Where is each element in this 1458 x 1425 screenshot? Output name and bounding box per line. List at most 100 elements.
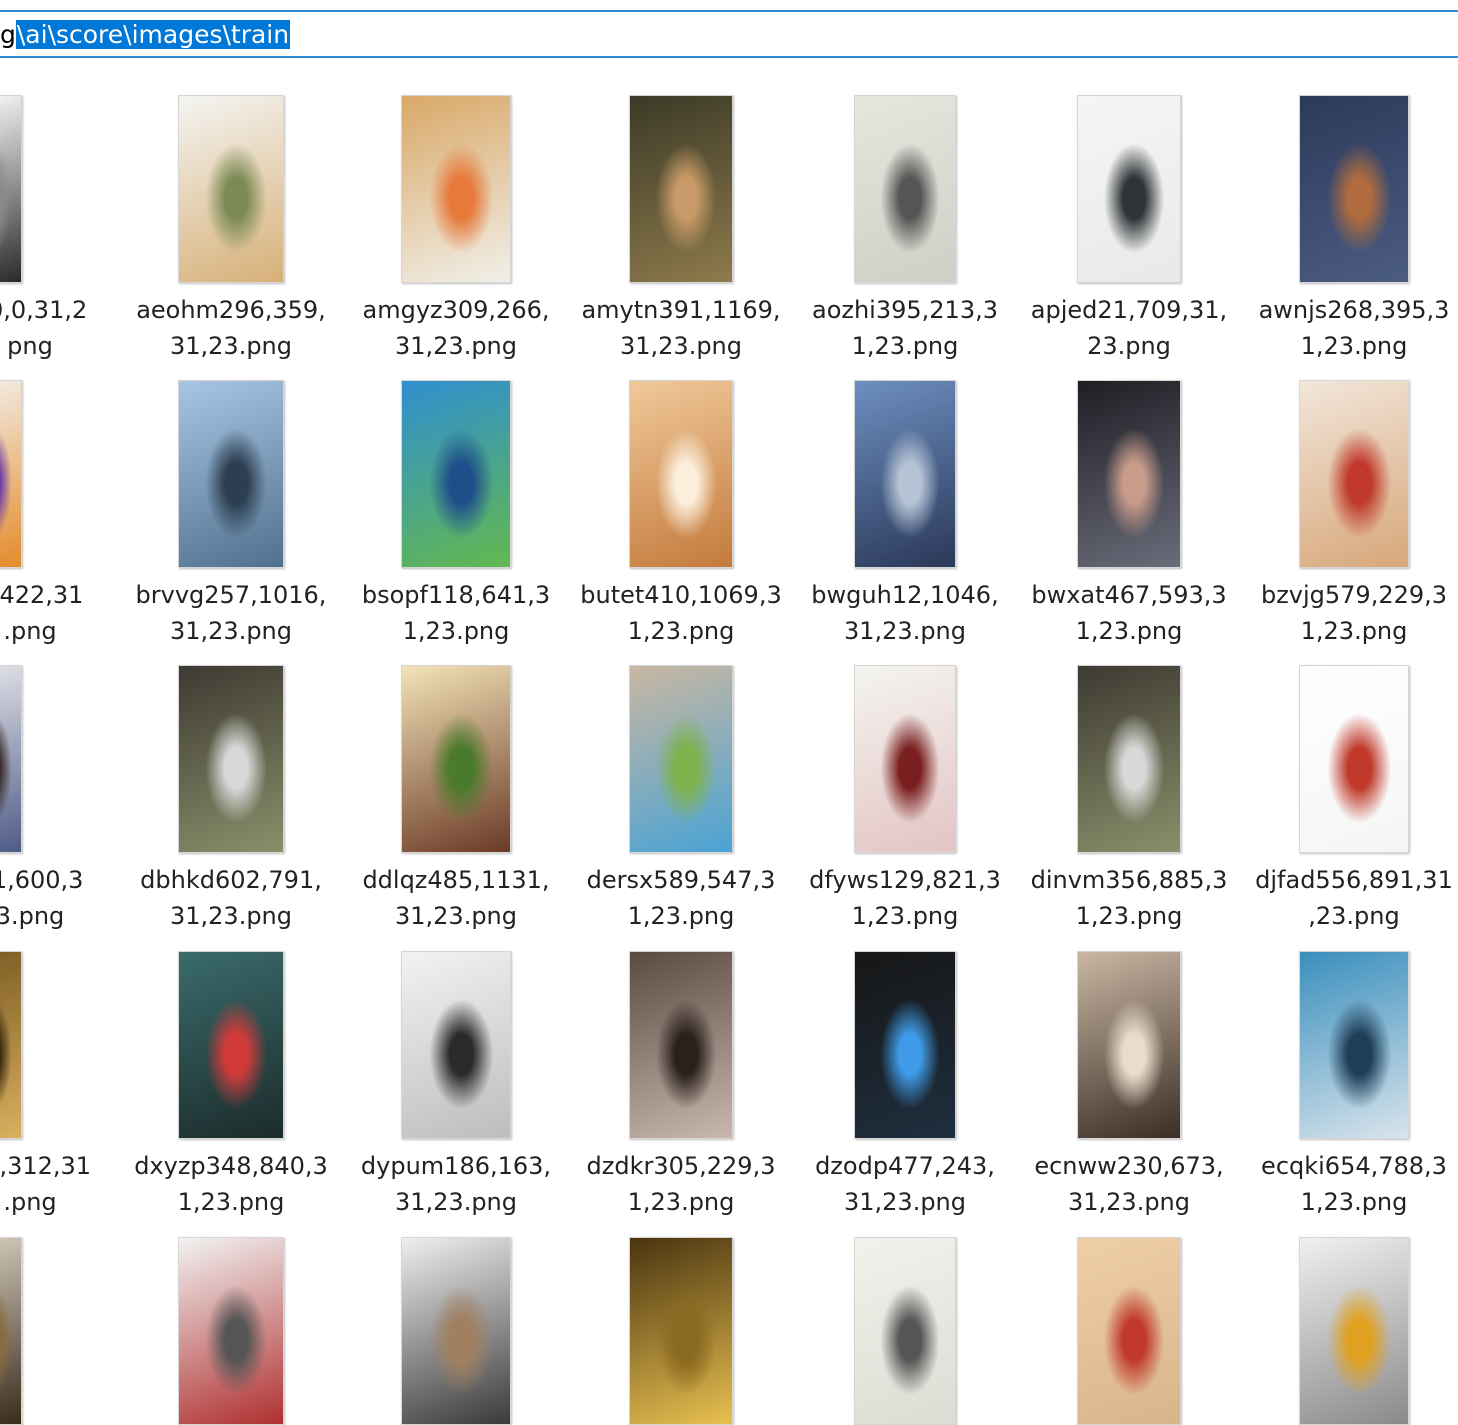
- file-name-line2: 1,23.png: [1242, 328, 1458, 364]
- file-name-line2: 31,23.png: [1017, 1184, 1242, 1220]
- file-name: apjed21,709,31,23.png: [1017, 292, 1242, 364]
- file-thumbnail[interactable]: [0, 1237, 22, 1425]
- file-name: brvvg257,1016,31,23.png: [119, 577, 344, 649]
- file-name-line1: brvvg257,1016,: [119, 577, 344, 613]
- file-name: dzodp477,243,31,23.png: [793, 1148, 1018, 1220]
- file-thumbnail[interactable]: [178, 95, 284, 283]
- file-name-line2: 1,23.png: [1242, 613, 1458, 649]
- file-thumbnail[interactable]: [0, 665, 22, 853]
- file-thumbnail[interactable]: [0, 380, 22, 568]
- file-name-line1: ddlqz485,1131,: [344, 862, 569, 898]
- file-thumbnail[interactable]: [1299, 1237, 1409, 1425]
- file-name-line1: dzodp477,243,: [793, 1148, 1018, 1184]
- file-name-line1: aeohm296,359,: [119, 292, 344, 328]
- file-name-line2: 1,23.png: [1242, 1184, 1458, 1220]
- file-name-line1: awnjs268,395,3: [1242, 292, 1458, 328]
- file-name: dxyzp348,840,31,23.png: [119, 1148, 344, 1220]
- file-grid: 90,0,31,2pngaeohm296,359,31,23.pngamgyz3…: [0, 0, 1458, 1357]
- file-thumbnail[interactable]: [1077, 380, 1181, 568]
- file-name: ecnww230,673,31,23.png: [1017, 1148, 1242, 1220]
- file-name-line1: dbhkd602,791,: [119, 862, 344, 898]
- file-name-line2: 31,23.png: [793, 1184, 1018, 1220]
- file-name: aozhi395,213,31,23.png: [793, 292, 1018, 364]
- file-name: dypum186,163,31,23.png: [344, 1148, 569, 1220]
- file-thumbnail[interactable]: [0, 95, 22, 283]
- file-name-line2: 1,23.png: [793, 898, 1018, 934]
- file-name-line1: dersx589,547,3: [569, 862, 794, 898]
- file-name: amgyz309,266,31,23.png: [344, 292, 569, 364]
- file-name-line1: amgyz309,266,: [344, 292, 569, 328]
- file-thumbnail[interactable]: [401, 951, 511, 1139]
- file-name-line2: 1,23.png: [1017, 898, 1242, 934]
- file-thumbnail[interactable]: [0, 951, 22, 1139]
- file-name-line1: amytn391,1169,: [569, 292, 794, 328]
- file-thumbnail[interactable]: [1077, 665, 1181, 853]
- file-thumbnail[interactable]: [1299, 951, 1409, 1139]
- file-thumbnail[interactable]: [1077, 1237, 1181, 1425]
- file-thumbnail[interactable]: [629, 665, 733, 853]
- file-name-line2: 1,23.png: [119, 1184, 344, 1220]
- file-thumbnail[interactable]: [401, 380, 511, 568]
- file-name-line1: bzvjg579,229,3: [1242, 577, 1458, 613]
- file-name: bzvjg579,229,31,23.png: [1242, 577, 1458, 649]
- file-name: dersx589,547,31,23.png: [569, 862, 794, 934]
- file-name-line1: djfad556,891,31: [1242, 862, 1458, 898]
- file-name-line2: 31,23.png: [569, 328, 794, 364]
- file-name-line1: ecqki654,788,3: [1242, 1148, 1458, 1184]
- file-thumbnail[interactable]: [401, 665, 511, 853]
- file-name: dzdkr305,229,31,23.png: [569, 1148, 794, 1220]
- file-thumbnail[interactable]: [401, 1237, 511, 1425]
- file-thumbnail[interactable]: [401, 95, 511, 283]
- file-name-line1: dxyzp348,840,3: [119, 1148, 344, 1184]
- file-thumbnail[interactable]: [629, 1237, 733, 1425]
- file-name-line2: 1,23.png: [1017, 613, 1242, 649]
- file-name-line1: dzdkr305,229,3: [569, 1148, 794, 1184]
- file-thumbnail[interactable]: [178, 665, 284, 853]
- file-name-line2: 1,23.png: [569, 1184, 794, 1220]
- address-input[interactable]: g\ai\score\images\train: [0, 19, 290, 51]
- file-name: butet410,1069,31,23.png: [569, 577, 794, 649]
- file-thumbnail[interactable]: [1299, 95, 1409, 283]
- file-name-line1: aozhi395,213,3: [793, 292, 1018, 328]
- file-name-line2: 31,23.png: [119, 328, 344, 364]
- file-name: dinvm356,885,31,23.png: [1017, 862, 1242, 934]
- file-thumbnail[interactable]: [854, 1237, 956, 1425]
- file-name-line2: 31,23.png: [793, 613, 1018, 649]
- file-name-line2: 31,23.png: [344, 328, 569, 364]
- address-bar[interactable]: g\ai\score\images\train: [0, 10, 1458, 58]
- file-name: aeohm296,359,31,23.png: [119, 292, 344, 364]
- file-name-line2: ,23.png: [1242, 898, 1458, 934]
- file-thumbnail[interactable]: [1077, 951, 1181, 1139]
- file-name: ddlqz485,1131,31,23.png: [344, 862, 569, 934]
- file-name-line2: 1,23.png: [569, 613, 794, 649]
- file-thumbnail[interactable]: [629, 380, 733, 568]
- file-thumbnail[interactable]: [178, 380, 284, 568]
- file-name: djfad556,891,31,23.png: [1242, 862, 1458, 934]
- file-name-line2: 31,23.png: [344, 898, 569, 934]
- file-name-line2: 1,23.png: [569, 898, 794, 934]
- file-thumbnail[interactable]: [1077, 95, 1181, 283]
- file-name: bsopf118,641,31,23.png: [344, 577, 569, 649]
- file-thumbnail[interactable]: [854, 95, 956, 283]
- file-name-line1: butet410,1069,3: [569, 577, 794, 613]
- address-prefix: g: [0, 20, 16, 49]
- file-name-line1: apjed21,709,31,: [1017, 292, 1242, 328]
- file-thumbnail[interactable]: [854, 951, 956, 1139]
- file-name-line1: dfyws129,821,3: [793, 862, 1018, 898]
- file-name-line2: 31,23.png: [119, 898, 344, 934]
- file-thumbnail[interactable]: [629, 95, 733, 283]
- file-thumbnail[interactable]: [854, 380, 956, 568]
- file-name-line1: bwguh12,1046,: [793, 577, 1018, 613]
- file-name: bwxat467,593,31,23.png: [1017, 577, 1242, 649]
- file-thumbnail[interactable]: [1299, 665, 1409, 853]
- address-selected-path: \ai\score\images\train: [16, 20, 290, 49]
- file-name-line1: dypum186,163,: [344, 1148, 569, 1184]
- file-thumbnail[interactable]: [854, 665, 956, 853]
- file-thumbnail[interactable]: [178, 1237, 284, 1425]
- file-name-line2: 31,23.png: [119, 613, 344, 649]
- file-thumbnail[interactable]: [1299, 380, 1409, 568]
- file-thumbnail[interactable]: [629, 951, 733, 1139]
- file-name: bwguh12,1046,31,23.png: [793, 577, 1018, 649]
- file-thumbnail[interactable]: [178, 951, 284, 1139]
- file-name-line2: 23.png: [1017, 328, 1242, 364]
